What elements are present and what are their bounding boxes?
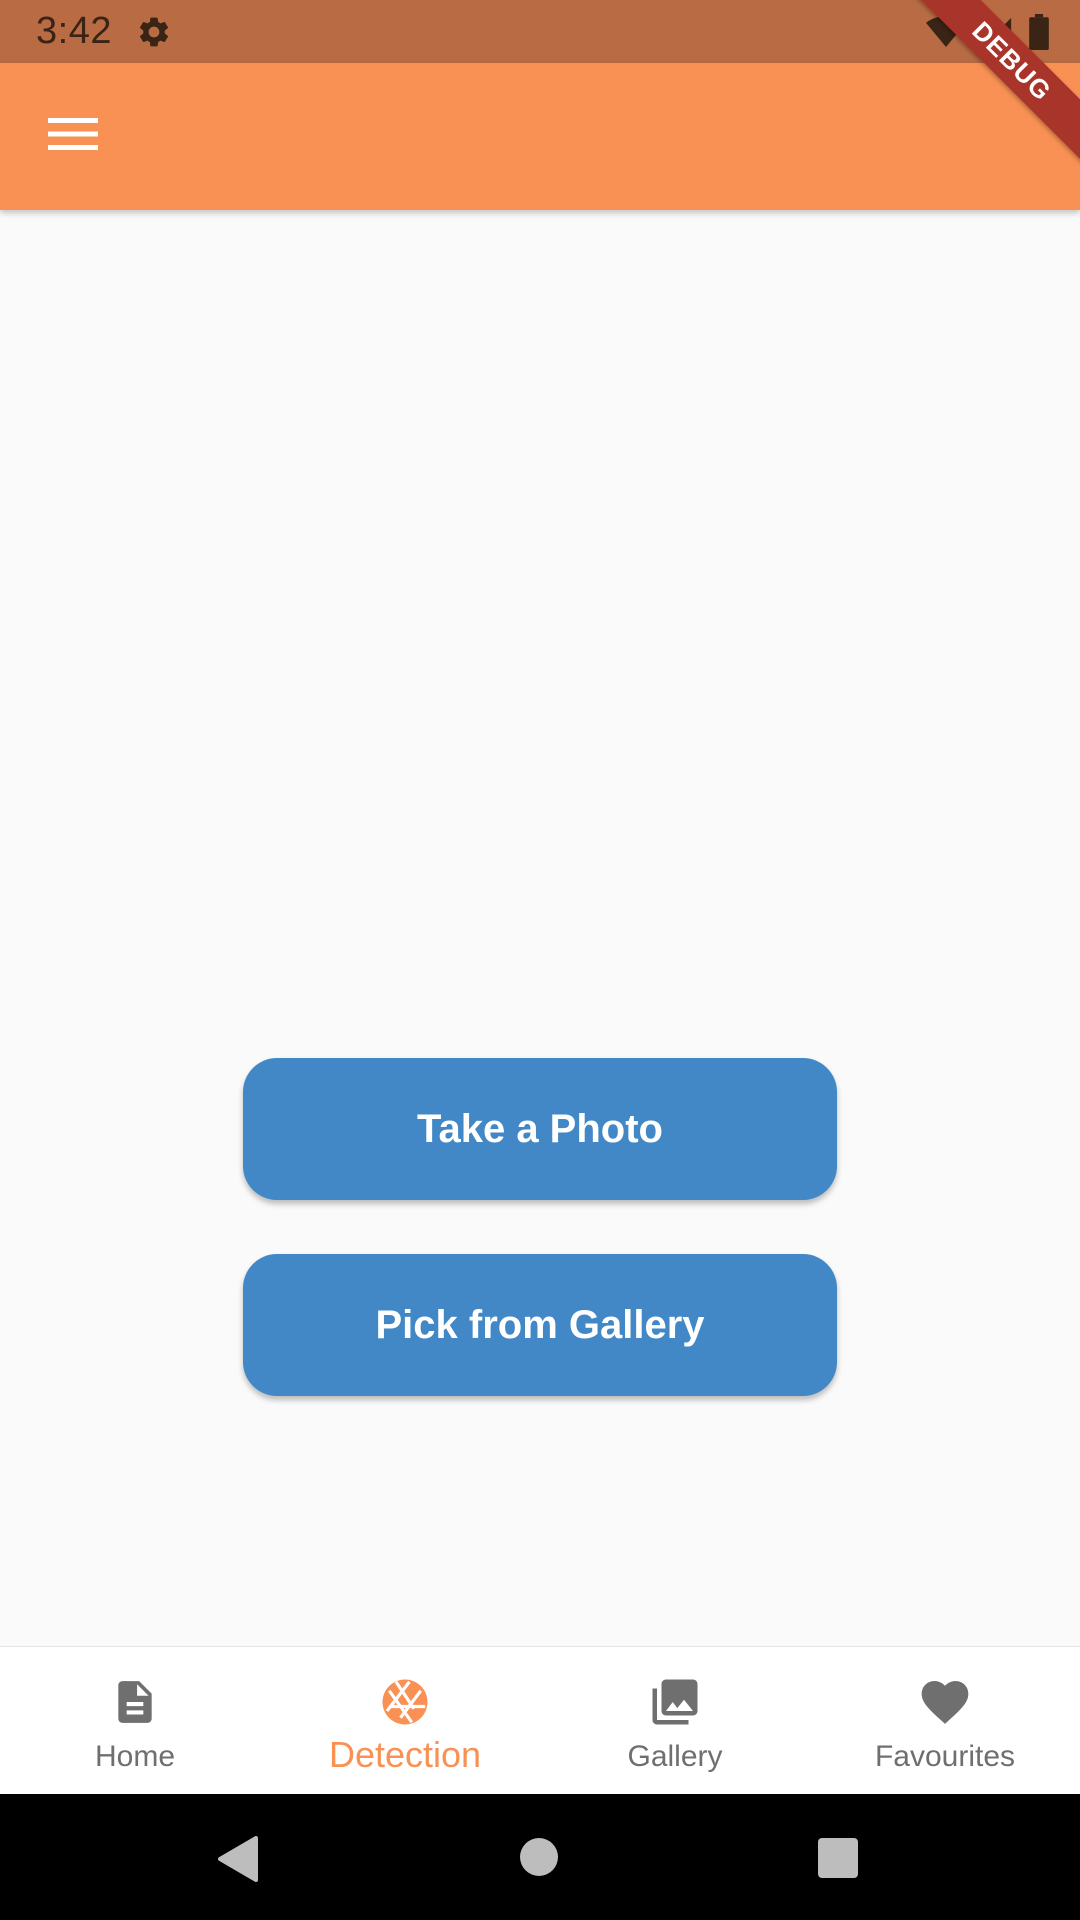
recents-square-icon[interactable] bbox=[818, 1838, 858, 1878]
menu-button[interactable] bbox=[34, 103, 112, 169]
nav-label-favourites: Favourites bbox=[874, 1740, 1016, 1773]
status-bar: 3:42 bbox=[0, 0, 1080, 63]
back-icon[interactable] bbox=[216, 1836, 260, 1887]
hamburger-menu-icon bbox=[48, 116, 98, 157]
nav-label-gallery: Gallery bbox=[627, 1740, 723, 1773]
status-icons bbox=[926, 14, 1050, 55]
nav-item-favourites[interactable]: Favourites bbox=[810, 1647, 1080, 1795]
nav-item-gallery[interactable]: Gallery bbox=[540, 1647, 810, 1795]
status-time: 3:42 bbox=[36, 10, 112, 52]
nav-label-detection: Detection bbox=[328, 1734, 482, 1775]
camera-aperture-icon bbox=[377, 1674, 433, 1730]
app-bar bbox=[0, 63, 1080, 210]
wifi-icon bbox=[926, 15, 966, 54]
settings-gear-icon bbox=[136, 14, 172, 50]
bottom-navigation-bar: Home Detection Gallery Favourites bbox=[0, 1646, 1080, 1795]
home-circle-icon[interactable] bbox=[520, 1838, 558, 1876]
pick-from-gallery-button[interactable]: Pick from Gallery bbox=[243, 1254, 837, 1396]
app-screen: 3:42 DEBUG Take a Photo Pick from Galler… bbox=[0, 0, 1080, 1920]
signal-icon bbox=[980, 15, 1014, 54]
battery-icon bbox=[1028, 14, 1050, 55]
nav-label-home: Home bbox=[94, 1740, 176, 1773]
take-photo-button[interactable]: Take a Photo bbox=[243, 1058, 837, 1200]
nav-item-home[interactable]: Home bbox=[0, 1647, 270, 1795]
photo-library-icon bbox=[647, 1674, 703, 1730]
nav-item-detection[interactable]: Detection bbox=[270, 1647, 540, 1795]
document-icon bbox=[107, 1674, 163, 1730]
heart-icon bbox=[917, 1674, 973, 1730]
system-navigation-bar bbox=[0, 1794, 1080, 1920]
